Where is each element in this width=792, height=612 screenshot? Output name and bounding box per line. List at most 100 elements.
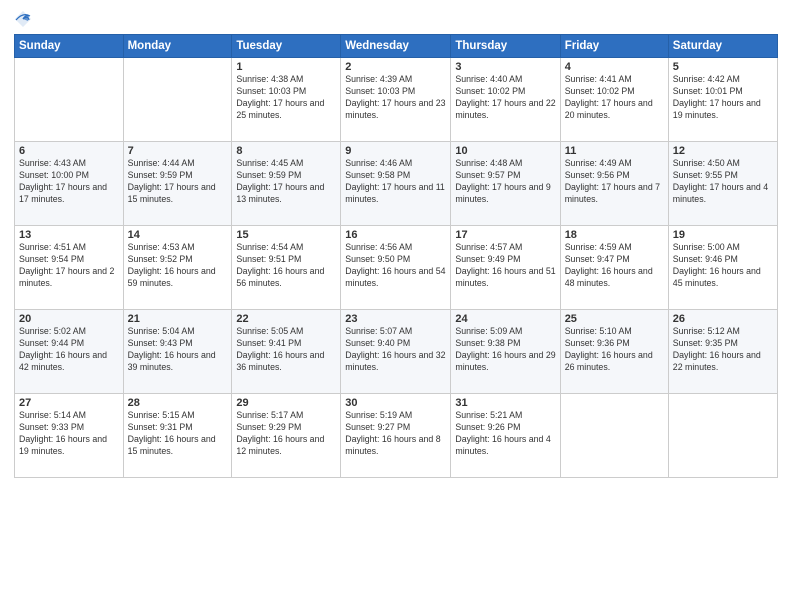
calendar-cell: 7Sunrise: 4:44 AM Sunset: 9:59 PM Daylig… — [123, 142, 232, 226]
day-number: 11 — [565, 145, 664, 157]
calendar-cell: 1Sunrise: 4:38 AM Sunset: 10:03 PM Dayli… — [232, 58, 341, 142]
day-info: Sunrise: 4:56 AM Sunset: 9:50 PM Dayligh… — [345, 242, 446, 290]
calendar-cell: 14Sunrise: 4:53 AM Sunset: 9:52 PM Dayli… — [123, 226, 232, 310]
day-number: 17 — [455, 229, 555, 241]
day-info: Sunrise: 4:51 AM Sunset: 9:54 PM Dayligh… — [19, 242, 119, 290]
calendar-cell: 28Sunrise: 5:15 AM Sunset: 9:31 PM Dayli… — [123, 394, 232, 478]
day-info: Sunrise: 4:42 AM Sunset: 10:01 PM Daylig… — [673, 74, 773, 122]
calendar-cell: 5Sunrise: 4:42 AM Sunset: 10:01 PM Dayli… — [668, 58, 777, 142]
day-number: 10 — [455, 145, 555, 157]
day-info: Sunrise: 5:14 AM Sunset: 9:33 PM Dayligh… — [19, 410, 119, 458]
calendar-cell: 15Sunrise: 4:54 AM Sunset: 9:51 PM Dayli… — [232, 226, 341, 310]
day-header-thursday: Thursday — [451, 35, 560, 58]
day-info: Sunrise: 5:04 AM Sunset: 9:43 PM Dayligh… — [128, 326, 228, 374]
day-number: 6 — [19, 145, 119, 157]
day-info: Sunrise: 5:21 AM Sunset: 9:26 PM Dayligh… — [455, 410, 555, 458]
calendar-cell — [668, 394, 777, 478]
calendar-cell: 6Sunrise: 4:43 AM Sunset: 10:00 PM Dayli… — [15, 142, 124, 226]
calendar-cell: 25Sunrise: 5:10 AM Sunset: 9:36 PM Dayli… — [560, 310, 668, 394]
day-number: 12 — [673, 145, 773, 157]
calendar-cell: 26Sunrise: 5:12 AM Sunset: 9:35 PM Dayli… — [668, 310, 777, 394]
logo — [14, 10, 34, 28]
day-info: Sunrise: 5:12 AM Sunset: 9:35 PM Dayligh… — [673, 326, 773, 374]
day-number: 18 — [565, 229, 664, 241]
page: SundayMondayTuesdayWednesdayThursdayFrid… — [0, 0, 792, 612]
day-info: Sunrise: 4:45 AM Sunset: 9:59 PM Dayligh… — [236, 158, 336, 206]
day-info: Sunrise: 5:02 AM Sunset: 9:44 PM Dayligh… — [19, 326, 119, 374]
calendar-cell: 18Sunrise: 4:59 AM Sunset: 9:47 PM Dayli… — [560, 226, 668, 310]
calendar-week-row: 6Sunrise: 4:43 AM Sunset: 10:00 PM Dayli… — [15, 142, 778, 226]
day-number: 28 — [128, 397, 228, 409]
day-info: Sunrise: 4:57 AM Sunset: 9:49 PM Dayligh… — [455, 242, 555, 290]
day-number: 26 — [673, 313, 773, 325]
calendar-cell: 11Sunrise: 4:49 AM Sunset: 9:56 PM Dayli… — [560, 142, 668, 226]
calendar-cell — [15, 58, 124, 142]
day-info: Sunrise: 4:44 AM Sunset: 9:59 PM Dayligh… — [128, 158, 228, 206]
day-number: 8 — [236, 145, 336, 157]
day-header-sunday: Sunday — [15, 35, 124, 58]
day-number: 13 — [19, 229, 119, 241]
day-info: Sunrise: 5:17 AM Sunset: 9:29 PM Dayligh… — [236, 410, 336, 458]
calendar-cell: 12Sunrise: 4:50 AM Sunset: 9:55 PM Dayli… — [668, 142, 777, 226]
day-number: 22 — [236, 313, 336, 325]
header — [14, 10, 778, 28]
day-info: Sunrise: 5:00 AM Sunset: 9:46 PM Dayligh… — [673, 242, 773, 290]
calendar-cell: 27Sunrise: 5:14 AM Sunset: 9:33 PM Dayli… — [15, 394, 124, 478]
calendar-cell: 29Sunrise: 5:17 AM Sunset: 9:29 PM Dayli… — [232, 394, 341, 478]
day-number: 4 — [565, 61, 664, 73]
day-info: Sunrise: 5:07 AM Sunset: 9:40 PM Dayligh… — [345, 326, 446, 374]
logo-icon — [14, 10, 32, 28]
calendar-cell: 30Sunrise: 5:19 AM Sunset: 9:27 PM Dayli… — [341, 394, 451, 478]
day-number: 3 — [455, 61, 555, 73]
calendar-cell: 4Sunrise: 4:41 AM Sunset: 10:02 PM Dayli… — [560, 58, 668, 142]
calendar-week-row: 20Sunrise: 5:02 AM Sunset: 9:44 PM Dayli… — [15, 310, 778, 394]
calendar-cell: 19Sunrise: 5:00 AM Sunset: 9:46 PM Dayli… — [668, 226, 777, 310]
day-info: Sunrise: 4:50 AM Sunset: 9:55 PM Dayligh… — [673, 158, 773, 206]
calendar-header-row: SundayMondayTuesdayWednesdayThursdayFrid… — [15, 35, 778, 58]
day-header-wednesday: Wednesday — [341, 35, 451, 58]
day-info: Sunrise: 4:54 AM Sunset: 9:51 PM Dayligh… — [236, 242, 336, 290]
day-number: 16 — [345, 229, 446, 241]
day-info: Sunrise: 4:46 AM Sunset: 9:58 PM Dayligh… — [345, 158, 446, 206]
day-number: 7 — [128, 145, 228, 157]
calendar-cell: 3Sunrise: 4:40 AM Sunset: 10:02 PM Dayli… — [451, 58, 560, 142]
day-number: 27 — [19, 397, 119, 409]
day-info: Sunrise: 4:43 AM Sunset: 10:00 PM Daylig… — [19, 158, 119, 206]
calendar-cell: 24Sunrise: 5:09 AM Sunset: 9:38 PM Dayli… — [451, 310, 560, 394]
day-info: Sunrise: 5:05 AM Sunset: 9:41 PM Dayligh… — [236, 326, 336, 374]
calendar-cell: 9Sunrise: 4:46 AM Sunset: 9:58 PM Daylig… — [341, 142, 451, 226]
day-number: 14 — [128, 229, 228, 241]
day-number: 31 — [455, 397, 555, 409]
day-header-tuesday: Tuesday — [232, 35, 341, 58]
day-info: Sunrise: 4:40 AM Sunset: 10:02 PM Daylig… — [455, 74, 555, 122]
day-info: Sunrise: 4:39 AM Sunset: 10:03 PM Daylig… — [345, 74, 446, 122]
calendar-cell — [560, 394, 668, 478]
calendar-cell: 8Sunrise: 4:45 AM Sunset: 9:59 PM Daylig… — [232, 142, 341, 226]
day-info: Sunrise: 5:15 AM Sunset: 9:31 PM Dayligh… — [128, 410, 228, 458]
day-number: 21 — [128, 313, 228, 325]
day-number: 29 — [236, 397, 336, 409]
day-info: Sunrise: 4:38 AM Sunset: 10:03 PM Daylig… — [236, 74, 336, 122]
calendar-cell: 16Sunrise: 4:56 AM Sunset: 9:50 PM Dayli… — [341, 226, 451, 310]
day-number: 19 — [673, 229, 773, 241]
calendar-cell: 10Sunrise: 4:48 AM Sunset: 9:57 PM Dayli… — [451, 142, 560, 226]
day-info: Sunrise: 4:48 AM Sunset: 9:57 PM Dayligh… — [455, 158, 555, 206]
day-number: 5 — [673, 61, 773, 73]
calendar-cell: 17Sunrise: 4:57 AM Sunset: 9:49 PM Dayli… — [451, 226, 560, 310]
day-header-monday: Monday — [123, 35, 232, 58]
day-header-saturday: Saturday — [668, 35, 777, 58]
day-info: Sunrise: 4:41 AM Sunset: 10:02 PM Daylig… — [565, 74, 664, 122]
day-info: Sunrise: 4:59 AM Sunset: 9:47 PM Dayligh… — [565, 242, 664, 290]
day-info: Sunrise: 5:10 AM Sunset: 9:36 PM Dayligh… — [565, 326, 664, 374]
day-number: 9 — [345, 145, 446, 157]
day-info: Sunrise: 4:49 AM Sunset: 9:56 PM Dayligh… — [565, 158, 664, 206]
day-info: Sunrise: 5:09 AM Sunset: 9:38 PM Dayligh… — [455, 326, 555, 374]
day-number: 15 — [236, 229, 336, 241]
calendar-cell: 20Sunrise: 5:02 AM Sunset: 9:44 PM Dayli… — [15, 310, 124, 394]
calendar-cell: 21Sunrise: 5:04 AM Sunset: 9:43 PM Dayli… — [123, 310, 232, 394]
day-header-friday: Friday — [560, 35, 668, 58]
day-number: 30 — [345, 397, 446, 409]
day-number: 23 — [345, 313, 446, 325]
calendar-cell: 13Sunrise: 4:51 AM Sunset: 9:54 PM Dayli… — [15, 226, 124, 310]
day-number: 24 — [455, 313, 555, 325]
